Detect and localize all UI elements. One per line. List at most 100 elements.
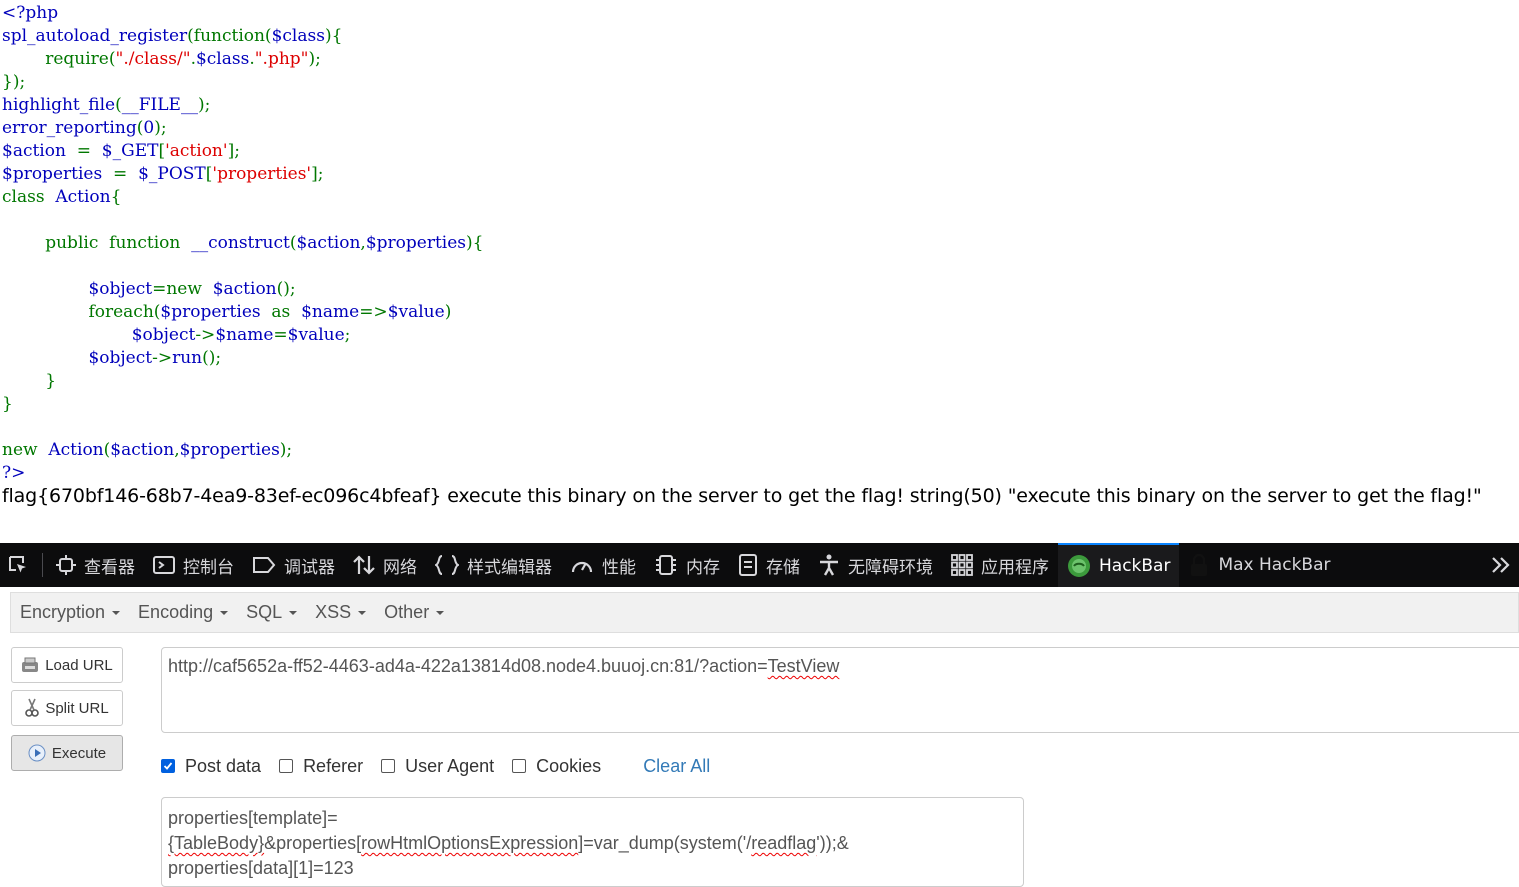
checkbox[interactable] — [381, 759, 396, 773]
option-cookies[interactable]: Cookies — [512, 756, 601, 777]
code-token: public function — [2, 233, 192, 253]
devtools-tab-网络[interactable]: 网络 — [344, 543, 426, 587]
menu-label: Other — [384, 602, 430, 622]
devtools-tab-调试器[interactable]: 调试器 — [243, 543, 344, 587]
devtools-tab-无障碍环境[interactable]: 无障碍环境 — [809, 543, 942, 587]
code-token: $action — [212, 279, 277, 299]
devtools-tab-内存[interactable]: 内存 — [645, 543, 729, 587]
storage-icon — [738, 554, 758, 576]
code-token: } — [2, 394, 13, 414]
code-token: foreach( — [2, 302, 161, 322]
lock-icon — [1188, 553, 1210, 577]
post-data-segment: &properties[ — [264, 833, 362, 853]
code-token: = — [76, 141, 102, 161]
menu-label: Encoding — [138, 602, 214, 622]
code-token: $action — [110, 440, 175, 460]
devtools-tab-应用程序[interactable]: 应用程序 — [942, 543, 1058, 587]
devtools-tab-存储[interactable]: 存储 — [729, 543, 809, 587]
devtools-tab-样式编辑器[interactable]: 样式编辑器 — [426, 543, 561, 587]
devtools-tab-label: 存储 — [766, 557, 800, 578]
checkbox[interactable] — [279, 759, 294, 773]
post-data-segment: readflag — [751, 833, 817, 853]
menu-label: XSS — [315, 602, 352, 622]
menu-encryption[interactable]: Encryption — [11, 602, 129, 623]
checkbox[interactable] — [161, 759, 175, 773]
php-source-code: <?php spl_autoload_register(function($cla… — [2, 2, 1512, 485]
code-token: = — [113, 164, 139, 184]
accessibility-icon — [818, 554, 840, 576]
code-token: Action — [48, 440, 104, 460]
code-line: spl_autoload_register(function($class){ — [2, 25, 1512, 48]
code-token: ){ — [324, 26, 343, 46]
execute-button[interactable]: Execute — [11, 735, 123, 771]
code-token: ); — [197, 95, 211, 115]
devtools-tab-max-hackbar[interactable]: Max HackBar — [1179, 543, 1339, 587]
devtools-tab-查看器[interactable]: 查看器 — [47, 543, 144, 587]
style-editor-icon — [435, 555, 459, 575]
menu-encoding[interactable]: Encoding — [129, 602, 237, 623]
code-token: $action — [2, 141, 77, 161]
code-token: $class — [195, 49, 250, 69]
code-token: (); — [202, 348, 222, 368]
devtools-tab-label: 无障碍环境 — [848, 557, 933, 578]
scissors-icon — [25, 698, 40, 718]
post-data-line-2: properties[data][1]=123 — [168, 858, 354, 878]
post-data-segment: {TableBody} — [168, 833, 265, 853]
split-url-button[interactable]: Split URL — [11, 690, 123, 726]
performance-icon — [570, 555, 594, 575]
devtools-tab-label: Max HackBar — [1218, 555, 1331, 575]
url-input[interactable]: http://caf5652a-ff52-4463-ad4a-422a13814… — [161, 647, 1519, 733]
code-line: $object->$name=$value; — [2, 324, 1512, 347]
code-token: Action — [55, 187, 111, 207]
code-token: ( — [115, 95, 122, 115]
menu-other[interactable]: Other — [375, 602, 453, 623]
option-post-data[interactable]: Post data — [161, 756, 261, 777]
code-token: $value — [387, 302, 445, 322]
menu-xss[interactable]: XSS — [306, 602, 375, 623]
code-token: __FILE__ — [121, 95, 198, 115]
code-token: => — [359, 302, 388, 322]
devtools-tab-label: 网络 — [383, 557, 417, 578]
url-action-value: TestView — [767, 656, 840, 676]
devtools-tab-label: 控制台 — [183, 557, 234, 578]
more-tabs-chevron-icon[interactable] — [1483, 556, 1519, 574]
devtools-tab-hackbar[interactable]: HackBar — [1058, 543, 1180, 587]
post-data-line-1: properties[template]= {TableBody}&propert… — [168, 806, 1017, 856]
post-data-segment: rowHtmlOptionsExpression — [361, 833, 579, 853]
code-token: ]; — [311, 164, 324, 184]
clear-all-link[interactable]: Clear All — [643, 756, 710, 777]
element-picker-icon[interactable] — [0, 543, 36, 587]
option-referer[interactable]: Referer — [279, 756, 363, 777]
code-token: __construct — [191, 233, 290, 253]
option-user-agent[interactable]: User Agent — [381, 756, 494, 777]
load-url-button[interactable]: Load URL — [11, 647, 123, 683]
inspector-icon — [56, 555, 76, 575]
menu-sql[interactable]: SQL — [237, 602, 306, 623]
code-token: <?php — [2, 3, 59, 23]
code-token: ]; — [227, 141, 240, 161]
post-data-segment: '));& — [816, 833, 849, 853]
code-token: spl_autoload_register — [2, 26, 188, 46]
code-line: }); — [2, 71, 1512, 94]
code-line: } — [2, 370, 1512, 393]
code-token: } — [2, 371, 57, 391]
code-token: 'properties' — [212, 164, 312, 184]
code-token: as — [271, 302, 302, 322]
code-line: public function __construct($action,$pro… — [2, 232, 1512, 255]
code-token: $object — [2, 325, 196, 345]
menu-label: Encryption — [20, 602, 106, 622]
checkbox[interactable] — [512, 759, 527, 773]
play-icon — [28, 744, 46, 762]
debugger-icon — [252, 556, 276, 574]
code-token: =new — [152, 279, 213, 299]
devtools-tab-控制台[interactable]: 控制台 — [144, 543, 243, 587]
post-data-segment: properties[template]= — [168, 808, 338, 828]
devtools-tab-label: HackBar — [1099, 556, 1171, 576]
code-token: (function( — [187, 26, 272, 46]
devtools-tab-性能[interactable]: 性能 — [561, 543, 645, 587]
devtools-tab-label: 内存 — [686, 557, 720, 578]
option-label: Cookies — [536, 755, 602, 776]
menu-label: SQL — [246, 602, 283, 622]
